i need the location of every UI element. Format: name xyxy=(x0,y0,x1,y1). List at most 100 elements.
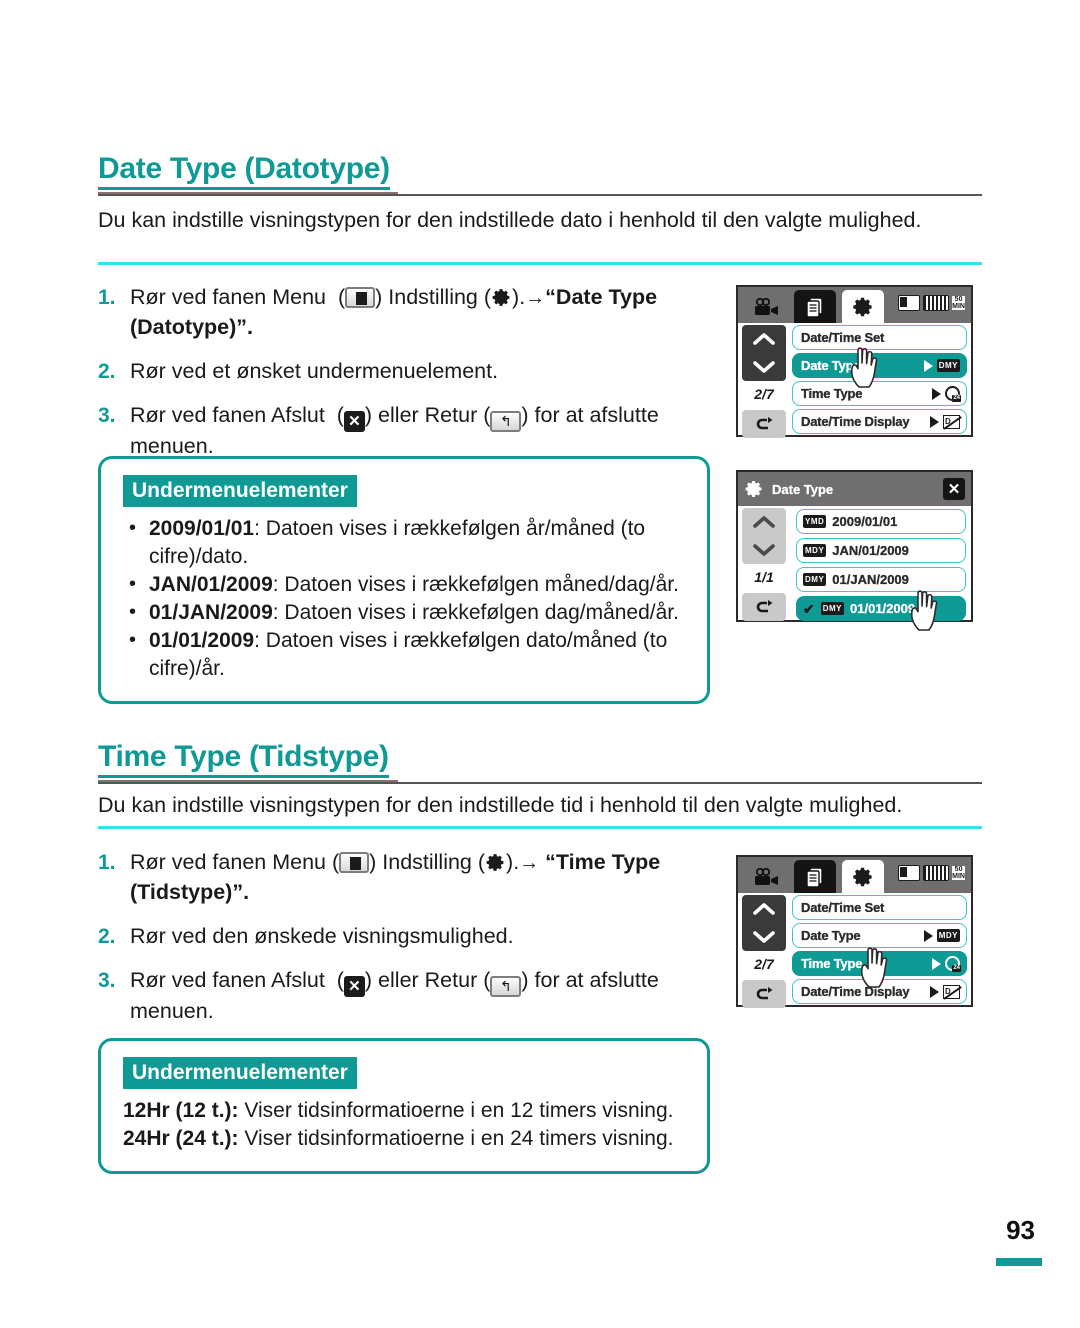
manual-page: Date Type (Datotype) Du kan indstille vi… xyxy=(0,0,1080,1328)
scroll-up-button[interactable] xyxy=(742,895,786,923)
section-heading-date-type: Date Type (Datotype) xyxy=(98,152,982,196)
page-indicator: 2/7 xyxy=(754,956,774,972)
menu-icon xyxy=(339,852,370,873)
scroll-down-button[interactable] xyxy=(742,353,786,381)
menu-row-date-time-set[interactable]: Date/Time Set xyxy=(792,895,967,920)
menu-row-time-type[interactable]: Time Type xyxy=(792,381,967,406)
lcd-screen-submenu-date-type: Date Type ✕ 1/1 YMD 2009/01/01 MDY JAN/0… xyxy=(736,470,973,631)
tab-movie-camera[interactable] xyxy=(746,860,788,893)
chevron-right-icon xyxy=(930,415,939,428)
submenu-row-dmy-numeric[interactable]: ✔ DMY 01/01/2009 xyxy=(796,596,966,621)
menu-row-value: D xyxy=(930,414,960,429)
arrow-right-icon: → xyxy=(525,287,546,309)
page-title: Date Type (Datotype) xyxy=(98,152,390,190)
tab-document[interactable] xyxy=(794,860,836,893)
menu-row-time-type[interactable]: Time Type xyxy=(792,951,967,976)
menu-row-value xyxy=(932,386,961,402)
list-item: JAN/01/2009: Datoen vises i rækkefølgen … xyxy=(123,570,687,599)
page-footer-bar xyxy=(996,1258,1042,1266)
heading-rule xyxy=(98,782,982,784)
arrow-right-icon: → xyxy=(519,852,540,874)
menu-row-label: Date/Time Display xyxy=(801,414,910,429)
tab-movie-camera[interactable] xyxy=(746,290,788,323)
submenu-title: Date Type xyxy=(772,481,834,497)
step-number: 1. xyxy=(98,851,116,874)
list-item-term: 2009/01/01 xyxy=(149,517,255,540)
back-button[interactable] xyxy=(742,593,786,621)
step-text-c: ). xyxy=(512,285,526,309)
tab-settings-gear[interactable] xyxy=(842,290,884,323)
list-item-desc: : Datoen vises i rækkefølgen dag/måned/å… xyxy=(272,601,679,624)
format-tag-icon: DMY xyxy=(820,602,845,615)
recording-minutes-icon: 50 MIN xyxy=(952,866,965,880)
step-text-a: Rør ved fanen Afslut xyxy=(130,968,325,992)
steps-date-type: 1. Rør ved fanen Menu () Indstilling ().… xyxy=(98,283,718,476)
back-button[interactable] xyxy=(742,410,786,438)
divider-cyan-2 xyxy=(98,826,982,829)
step-text-b: ) eller Retur ( xyxy=(364,968,491,992)
submenu-row-label: JAN/01/2009 xyxy=(832,543,909,558)
list-item: 01/01/2009: Datoen vises i rækkefølgen d… xyxy=(123,626,687,683)
lcd-nav-column: 1/1 xyxy=(742,508,786,621)
date-time-display-off-icon: D xyxy=(943,984,960,999)
menu-row-date-type[interactable]: Date Type MDY xyxy=(792,923,967,948)
scroll-down-button[interactable] xyxy=(742,923,786,951)
list-item-desc: Viser tidsinformatioerne i en 24 timers … xyxy=(238,1127,674,1150)
scroll-up-button[interactable] xyxy=(742,508,786,536)
battery-icon xyxy=(923,295,950,311)
status-badge: Undermenuelementer xyxy=(123,1057,357,1089)
chevron-right-icon xyxy=(923,359,933,372)
step-2: 2. Rør ved den ønskede visningsmulighed. xyxy=(98,922,718,951)
step-number: 1. xyxy=(98,286,116,309)
menu-row-label: Date/Time Display xyxy=(801,984,910,999)
step-text-b: ) Indstilling ( xyxy=(375,285,492,309)
menu-row-date-time-set[interactable]: Date/Time Set xyxy=(792,325,967,350)
step-2: 2. Rør ved et ønsket undermenuelement. xyxy=(98,357,718,386)
list-item: 12Hr (12 t.): Viser tidsinformatioerne i… xyxy=(123,1097,687,1125)
menu-icon xyxy=(345,287,376,308)
submenu-item-list: 12Hr (12 t.): Viser tidsinformatioerne i… xyxy=(123,1097,687,1153)
submenu-row-mdy[interactable]: MDY JAN/01/2009 xyxy=(796,538,966,563)
step-number: 2. xyxy=(98,925,116,948)
intro-text-time-type: Du kan indstille visningstypen for den i… xyxy=(98,793,903,817)
submenu-row-label: 2009/01/01 xyxy=(832,514,898,529)
scroll-up-button[interactable] xyxy=(742,325,786,353)
memory-card-icon xyxy=(898,295,921,311)
paren-open: ( xyxy=(330,968,344,992)
list-item: 01/JAN/2009: Datoen vises i rækkefølgen … xyxy=(123,598,687,627)
menu-row-label: Date Type xyxy=(801,928,861,943)
clock-24h-icon xyxy=(945,386,961,402)
step-text-a: Rør ved fanen Menu xyxy=(130,285,326,309)
scroll-down-button[interactable] xyxy=(742,536,786,564)
close-icon: ✕ xyxy=(343,411,365,432)
intro-text-date-type: Du kan indstille visningstypen for den i… xyxy=(98,208,922,232)
submenu-row-ymd[interactable]: YMD 2009/01/01 xyxy=(796,509,966,534)
tab-settings-gear[interactable] xyxy=(842,860,884,893)
list-item-term: 01/JAN/2009 xyxy=(149,601,273,624)
tab-document[interactable] xyxy=(794,290,836,323)
menu-row-date-time-display[interactable]: Date/Time Display D xyxy=(792,409,967,434)
submenu-row-label: 01/01/2009 xyxy=(850,601,916,616)
heading-rule-accent xyxy=(98,780,398,782)
date-time-display-off-icon: D xyxy=(943,414,960,429)
lcd-screen-menu-date-type: 50 MIN 2/7 Date/Time Set Date Type DMY T… xyxy=(736,285,973,438)
divider-cyan-1 xyxy=(98,262,982,265)
step-1: 1. Rør ved fanen Menu () Indstilling ().… xyxy=(98,283,718,342)
menu-row-date-type[interactable]: Date Type DMY xyxy=(792,353,967,378)
status-indicators: 50 MIN xyxy=(898,865,965,881)
menu-row-date-time-display[interactable]: Date/Time Display D xyxy=(792,979,967,1004)
close-icon: ✕ xyxy=(343,976,365,997)
menu-row-label: Time Type xyxy=(801,956,863,971)
list-item-term: JAN/01/2009 xyxy=(149,573,273,596)
menu-row-label: Date/Time Set xyxy=(801,330,885,345)
close-button[interactable]: ✕ xyxy=(943,478,965,500)
return-icon: ↰ xyxy=(490,411,522,432)
page-indicator: 1/1 xyxy=(754,569,774,585)
date-format-icon: DMY xyxy=(936,359,960,372)
heading-rule-accent xyxy=(98,192,398,194)
format-tag-icon: YMD xyxy=(803,515,827,528)
format-tag-icon: MDY xyxy=(803,544,827,557)
submenu-row-dmy-long[interactable]: DMY 01/JAN/2009 xyxy=(796,567,966,592)
back-button[interactable] xyxy=(742,980,786,1008)
heading-rule xyxy=(98,194,982,196)
